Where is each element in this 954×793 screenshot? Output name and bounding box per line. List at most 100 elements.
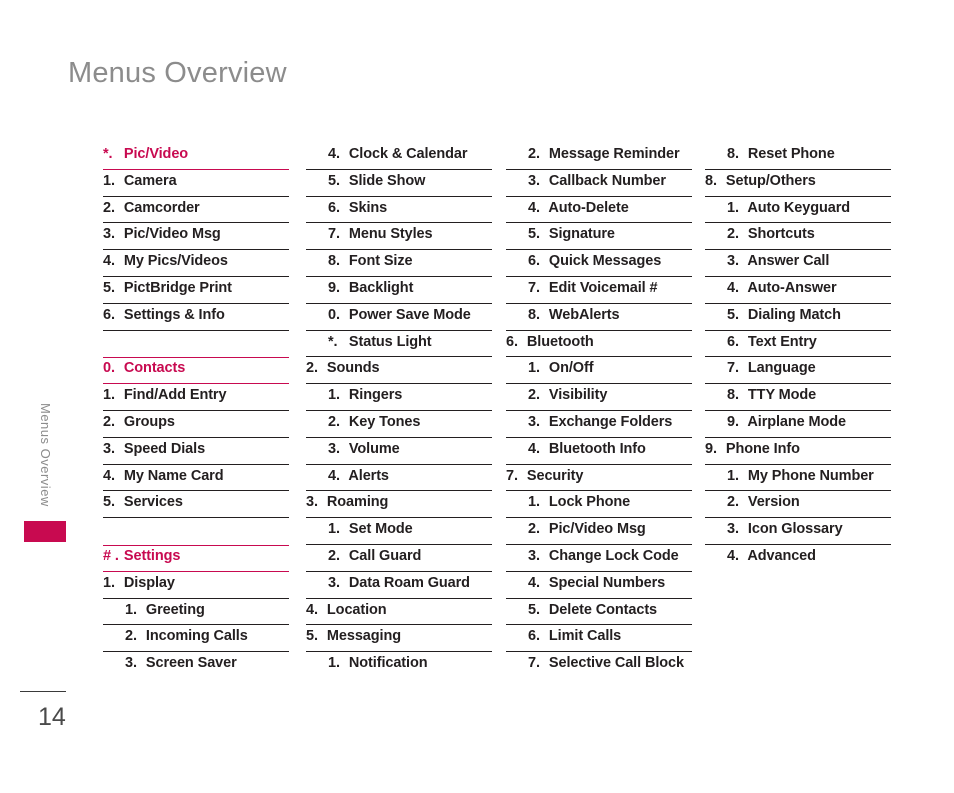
menu-item-row: 6. Limit Calls	[506, 625, 692, 652]
menu-item-label: 2. Shortcuts	[727, 226, 815, 242]
menu-item-label: 7. Security	[506, 468, 583, 484]
menu-item-label: 9. Airplane Mode	[727, 414, 846, 430]
menu-item-row: 6. Settings & Info	[103, 304, 289, 331]
menu-item-number: 1.	[727, 199, 739, 216]
menu-item-text: Font Size	[345, 253, 413, 270]
menu-item-label: 6. Settings & Info	[103, 307, 225, 323]
menu-item-label: 3. Icon Glossary	[727, 521, 843, 537]
menu-item-number: 5.	[103, 494, 115, 511]
menu-item-text: Auto Keyguard	[744, 199, 851, 216]
menu-item-label: 3. Exchange Folders	[528, 414, 672, 430]
menu-item-number: 3.	[727, 253, 739, 270]
menu-item-text: Display	[120, 574, 175, 591]
menu-item-number: 7.	[528, 279, 540, 296]
menu-item-text: Auto-Delete	[545, 199, 629, 216]
menu-item-label: 1. Find/Add Entry	[103, 387, 227, 404]
menu-item-row: 2. Message Reminder	[506, 143, 692, 170]
menu-item-row: 1. Camera	[103, 170, 289, 197]
menu-item-number: 4.	[103, 467, 115, 484]
menu-item-number: 1.	[103, 574, 115, 591]
menu-item-row: 9. Phone Info	[705, 438, 891, 465]
menu-item-label: 5. Dialing Match	[727, 307, 841, 323]
menu-item-row: 7. Selective Call Block	[506, 652, 692, 679]
menu-item-text: Selective Call Block	[545, 655, 684, 672]
menu-item-label: 3. Speed Dials	[103, 441, 205, 457]
menu-item-number: 4.	[328, 467, 340, 484]
menu-item-text: Airplane Mode	[744, 413, 846, 430]
menu-item-row: 3. Speed Dials	[103, 438, 289, 465]
menu-item-row: 3. Data Roam Guard	[306, 572, 492, 599]
menu-item-row: 1. On/Off	[506, 357, 692, 384]
menu-item-row: 5. Dialing Match	[705, 304, 891, 331]
menu-section-header: # . Settings	[103, 544, 289, 572]
menu-item-label: 3. Pic/Video Msg	[103, 226, 221, 242]
menu-item-label: *. Status Light	[328, 334, 432, 350]
menu-item-number: 4.	[727, 547, 739, 564]
menu-item-label: 9. Phone Info	[705, 441, 800, 457]
menu-item-label: 1. Notification	[328, 655, 428, 671]
menu-item-row: 1. Ringers	[306, 384, 492, 411]
menu-item-label: *. Pic/Video	[103, 146, 188, 162]
menu-item-row: 4. Bluetooth Info	[506, 438, 692, 465]
menu-item-number: 2.	[103, 413, 115, 430]
menu-item-number: 3.	[528, 172, 540, 189]
menu-item-number: 6.	[528, 253, 540, 270]
menu-item-row: 3. Screen Saver	[103, 652, 289, 679]
menu-item-label: 2. Groups	[103, 414, 175, 430]
menu-item-text: Screen Saver	[142, 655, 237, 672]
menu-item-label: 3. Volume	[328, 441, 400, 457]
menu-item-row: 2. Camcorder	[103, 197, 289, 224]
menu-section-header: *. Pic/Video	[103, 143, 289, 170]
menu-item-row: 2. Key Tones	[306, 411, 492, 438]
menu-item-text: Skins	[345, 199, 388, 216]
menu-item-text: Alerts	[345, 467, 389, 484]
menu-item-row: *. Status Light	[306, 331, 492, 358]
menu-item-number: 2.	[328, 413, 340, 430]
menu-item-number: 8.	[705, 172, 717, 189]
menu-item-row: 1. Greeting	[103, 599, 289, 626]
menu-item-text: PictBridge Print	[120, 279, 232, 296]
menu-item-number: 3.	[306, 494, 318, 511]
menu-item-number: 1.	[103, 387, 115, 404]
menu-item-text: Roaming	[323, 494, 389, 511]
menu-item-text: Message Reminder	[545, 146, 680, 162]
menu-item-label: 5. Services	[103, 494, 183, 510]
menu-item-text: Set Mode	[345, 521, 413, 538]
menu-item-number: 9.	[727, 413, 739, 430]
menu-item-number: 3.	[125, 655, 137, 672]
menu-item-row: 3. Icon Glossary	[705, 518, 891, 545]
menu-item-label: 4. Advanced	[727, 548, 816, 564]
menu-item-label: 4. Location	[306, 602, 387, 618]
menu-item-number: 7.	[506, 467, 518, 484]
menu-item-text: Edit Voicemail #	[545, 279, 658, 296]
menu-item-row: 6. Bluetooth	[506, 331, 692, 358]
menu-item-label: 1. Ringers	[328, 387, 402, 403]
menu-item-row: 3. Volume	[306, 438, 492, 465]
menu-item-text: Greeting	[142, 601, 205, 618]
menu-item-row: 1. Notification	[306, 652, 492, 679]
menu-column-3: 2. Message Reminder 3. Callback Number 4. …	[506, 143, 692, 679]
menu-item-label: 4. Auto-Delete	[528, 200, 629, 216]
page-number: 14	[38, 703, 66, 731]
menu-item-text: My Name Card	[120, 467, 224, 484]
menu-item-text: Icon Glossary	[744, 521, 843, 538]
menu-item-text: Quick Messages	[545, 253, 662, 270]
menu-item-row: 4. Location	[306, 599, 492, 626]
menu-item-text: My Pics/Videos	[120, 253, 228, 270]
menu-item-label: 4. Clock & Calendar	[328, 146, 468, 162]
menu-item-label: 6. Limit Calls	[528, 628, 621, 644]
menu-item-label: # . Settings	[103, 548, 180, 564]
menu-item-number: 4.	[528, 440, 540, 457]
menu-item-label: 2. Pic/Video Msg	[528, 521, 646, 537]
menu-item-text: Incoming Calls	[142, 628, 248, 645]
menu-item-number: 0.	[103, 360, 115, 377]
menu-item-row: 7. Edit Voicemail #	[506, 277, 692, 304]
menu-item-row: 2. Pic/Video Msg	[506, 518, 692, 545]
menu-item-number: 5.	[306, 628, 318, 645]
menu-item-label: 8. WebAlerts	[528, 307, 620, 323]
menu-item-label: 3. Data Roam Guard	[328, 575, 470, 591]
menu-item-number: 3.	[528, 413, 540, 430]
menu-item-row: 4. My Name Card	[103, 465, 289, 492]
menu-item-text: Security	[523, 467, 584, 484]
menu-item-label: 5. Delete Contacts	[528, 602, 657, 618]
